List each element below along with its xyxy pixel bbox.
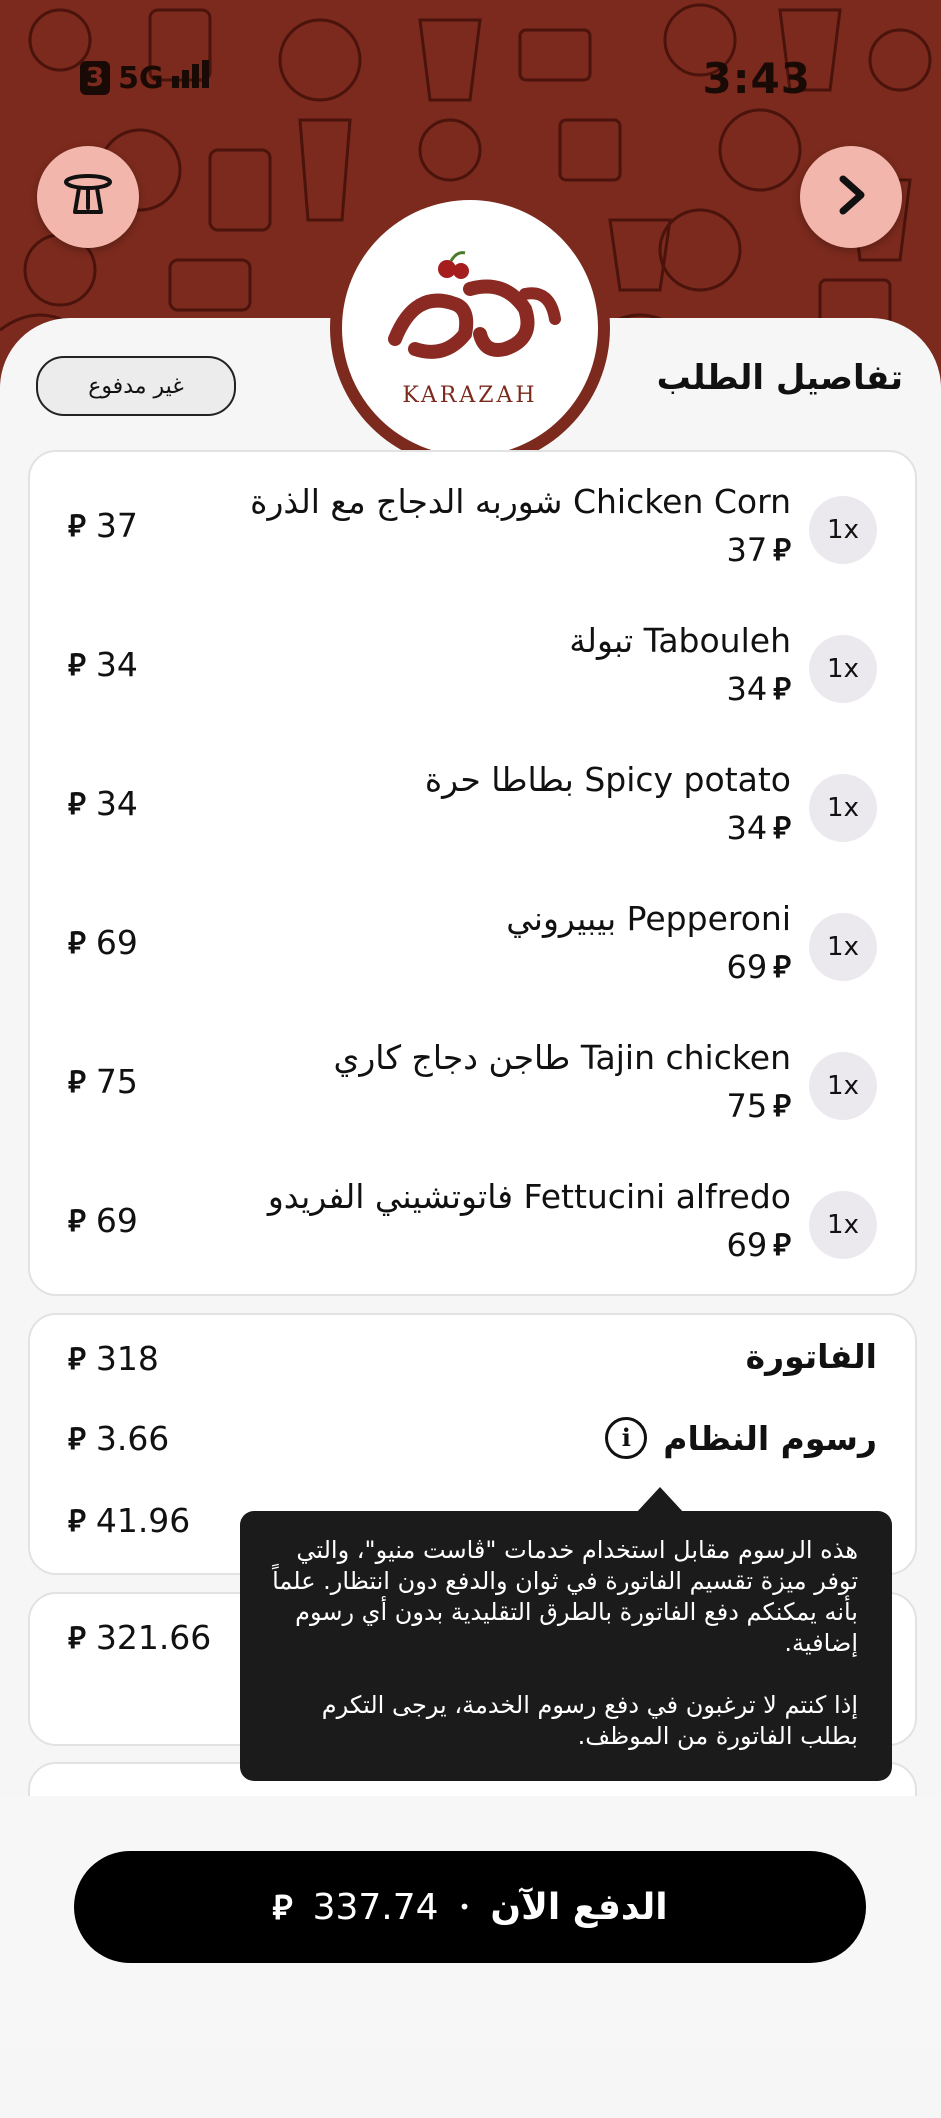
item-unit-price: 75 ⃁ xyxy=(726,1086,791,1125)
riyal-icon: ⃁ xyxy=(773,1228,791,1263)
item-unit-price: 34 ⃁ xyxy=(726,669,791,708)
list-item[interactable]: 1x شوربه الدجاج مع الذرة Chicken Corn 37… xyxy=(30,472,915,611)
quantity-badge: 1x xyxy=(809,774,877,842)
item-name: طاجن دجاج كاري Tajin chicken xyxy=(333,1038,791,1077)
item-name: بطاطا حرة Spicy potato xyxy=(424,760,791,799)
item-total: ⃁ 37 xyxy=(68,506,138,545)
item-name: فاتوتشيني الفريدو Fettucini alfredo xyxy=(267,1177,791,1216)
riyal-icon: ⃁ xyxy=(68,787,86,822)
list-item[interactable]: 1x تبولة Tabouleh 34 ⃁ ⃁ 34 xyxy=(30,611,915,750)
separator-dot: • xyxy=(458,1895,471,1919)
riyal-icon: ⃁ xyxy=(68,1504,86,1539)
riyal-icon: ⃁ xyxy=(773,533,791,568)
system-fee-tooltip: هذه الرسوم مقابل استخدام خدمات "ڤاست مني… xyxy=(240,1511,892,1781)
clock: 3:43 xyxy=(702,54,811,103)
item-total: ⃁ 34 xyxy=(68,784,138,823)
list-item[interactable]: 1x فاتوتشيني الفريدو Fettucini alfredo 6… xyxy=(30,1167,915,1306)
invoice-row: الفاتورة ⃁ 318 xyxy=(30,1331,915,1391)
list-item[interactable]: 1x بيبيروني Pepperoni 69 ⃁ ⃁ 69 xyxy=(30,889,915,1028)
system-fee-label: رسوم النظام i xyxy=(605,1417,877,1459)
item-name: شوربه الدجاج مع الذرة Chicken Corn xyxy=(250,482,791,521)
signal-bars-icon xyxy=(171,60,212,96)
quantity-badge: 1x xyxy=(809,1191,877,1259)
karazah-logo-mark xyxy=(388,250,561,359)
riyal-icon: ⃁ xyxy=(68,1342,86,1377)
quantity-badge: 1x xyxy=(809,496,877,564)
back-button[interactable] xyxy=(800,146,902,248)
quantity-badge: 1x xyxy=(809,913,877,981)
status-badge: غير مدفوع xyxy=(36,356,236,416)
riyal-icon: ⃁ xyxy=(68,1204,86,1239)
riyal-icon: ⃁ xyxy=(773,811,791,846)
item-total: ⃁ 34 xyxy=(68,645,138,684)
item-total: ⃁ 75 xyxy=(68,1062,138,1101)
info-icon[interactable]: i xyxy=(605,1417,648,1459)
item-unit-price: 69 ⃁ xyxy=(726,947,791,986)
item-unit-price: 37 ⃁ xyxy=(726,530,791,569)
invoice-value: ⃁ 318 xyxy=(68,1339,159,1378)
tooltip-arrow xyxy=(636,1487,684,1513)
restaurant-logo: KARAZAH xyxy=(342,200,598,456)
network-label: 5G xyxy=(118,60,164,96)
riyal-icon: ⃁ xyxy=(68,1065,86,1100)
item-unit-price: 34 ⃁ xyxy=(726,808,791,847)
table-button[interactable] xyxy=(37,146,139,248)
item-name: بيبيروني Pepperoni xyxy=(506,899,791,938)
page-title: تفاصيل الطلب xyxy=(656,358,903,398)
riyal-icon: ⃁ xyxy=(773,1089,791,1124)
tooltip-paragraph-1: هذه الرسوم مقابل استخدام خدمات "ڤاست مني… xyxy=(272,1536,858,1657)
chevron-right-icon xyxy=(831,173,871,221)
riyal-icon: ⃁ xyxy=(68,1621,86,1656)
riyal-icon: ⃁ xyxy=(68,1422,86,1457)
riyal-icon: ⃁ xyxy=(68,926,86,961)
vat-value: ⃁ 41.96 xyxy=(68,1501,191,1540)
sim-badge: 3 xyxy=(80,61,111,95)
pay-now-button[interactable]: ⃁ 337.74 • الدفع الآن xyxy=(74,1851,866,1963)
item-total: ⃁ 69 xyxy=(68,1201,138,1240)
system-fee-value: ⃁ 3.66 xyxy=(68,1419,170,1458)
signal-indicators: 3 5G xyxy=(80,60,212,96)
invoice-label: الفاتورة xyxy=(745,1337,877,1376)
item-total: ⃁ 69 xyxy=(68,923,138,962)
list-item[interactable]: 1x بطاطا حرة Spicy potato 34 ⃁ ⃁ 34 xyxy=(30,750,915,889)
system-fee-row: رسوم النظام i ⃁ 3.66 xyxy=(30,1411,915,1471)
total-value: ⃁ 321.66 xyxy=(68,1618,212,1657)
tooltip-paragraph-2: إذا كنتم لا ترغبون في دفع رسوم الخدمة، ي… xyxy=(321,1691,858,1750)
pay-label: الدفع الآن xyxy=(490,1886,668,1928)
item-unit-price: 69 ⃁ xyxy=(726,1225,791,1264)
table-icon xyxy=(61,172,115,222)
riyal-icon: ⃁ xyxy=(272,1888,293,1928)
item-name: تبولة Tabouleh xyxy=(569,621,791,660)
list-item[interactable]: 1x طاجن دجاج كاري Tajin chicken 75 ⃁ ⃁ 75 xyxy=(30,1028,915,1167)
quantity-badge: 1x xyxy=(809,1052,877,1120)
order-items-card: 1x شوربه الدجاج مع الذرة Chicken Corn 37… xyxy=(28,450,917,1296)
pay-amount: 337.74 xyxy=(312,1886,439,1928)
quantity-badge: 1x xyxy=(809,635,877,703)
riyal-icon: ⃁ xyxy=(773,672,791,707)
riyal-icon: ⃁ xyxy=(773,950,791,985)
logo-wordmark: KARAZAH xyxy=(402,382,538,408)
status-bar: 3 5G 3:43 xyxy=(0,50,941,110)
riyal-icon: ⃁ xyxy=(68,648,86,683)
riyal-icon: ⃁ xyxy=(68,509,86,544)
